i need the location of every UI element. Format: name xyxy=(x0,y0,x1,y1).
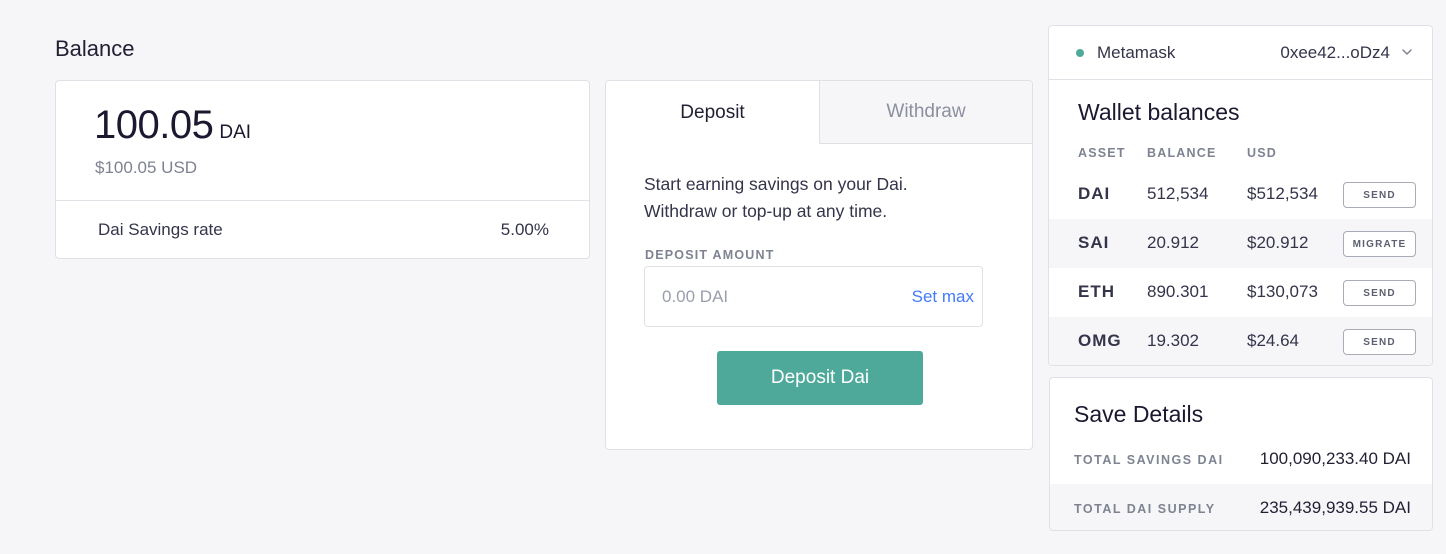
column-header-asset: ASSET xyxy=(1078,146,1126,160)
wallet-row-balance: 512,534 xyxy=(1147,184,1209,203)
balance-card: 100.05 DAI $100.05 USD Dai Savings rate … xyxy=(55,80,590,259)
save-details-row-total-savings: TOTAL SAVINGS DAI 100,090,233.40 DAI xyxy=(1050,435,1432,484)
column-header-usd: USD xyxy=(1247,146,1277,160)
save-details-label: TOTAL SAVINGS DAI xyxy=(1074,453,1224,467)
save-details-card: Save Details TOTAL SAVINGS DAI 100,090,2… xyxy=(1049,377,1433,531)
wallet-row-sai: SAI 20.912 $20.912 MIGRATE xyxy=(1049,219,1432,268)
wallet-row-balance: 19.302 xyxy=(1147,331,1199,350)
tab-withdraw[interactable]: Withdraw xyxy=(819,81,1032,144)
balance-usd-value: $100.05 USD xyxy=(95,158,198,177)
wallet-provider-name: Metamask xyxy=(1097,43,1176,62)
save-details-label: TOTAL DAI SUPPLY xyxy=(1074,502,1216,516)
deposit-withdraw-tabs: Deposit Withdraw xyxy=(606,81,1032,144)
wallet-row-eth: ETH 890.301 $130,073 SEND xyxy=(1049,268,1432,317)
wallet-row-asset: ETH xyxy=(1078,282,1115,301)
deposit-amount-field: Set max xyxy=(644,266,983,327)
deposit-dai-button[interactable]: Deposit Dai xyxy=(717,351,923,405)
wallet-row-asset: DAI xyxy=(1078,184,1111,203)
set-max-link[interactable]: Set max xyxy=(912,287,982,307)
balance-section-title: Balance xyxy=(55,36,135,61)
wallet-balances-title: Wallet balances xyxy=(1078,99,1240,125)
wallet-row-dai: DAI 512,534 $512,534 SEND xyxy=(1049,170,1432,219)
column-header-balance: BALANCE xyxy=(1147,146,1217,160)
wallet-row-asset: SAI xyxy=(1078,233,1110,252)
wallet-row-omg: OMG 19.302 $24.64 SEND xyxy=(1049,317,1432,365)
savings-rate-label: Dai Savings rate xyxy=(98,220,223,239)
wallet-row-asset: OMG xyxy=(1078,331,1122,350)
send-dai-button[interactable]: SEND xyxy=(1343,182,1416,208)
deposit-description-line-1: Start earning savings on your Dai. xyxy=(644,174,908,194)
save-details-value: 100,090,233.40 DAI xyxy=(1259,449,1411,468)
send-eth-button[interactable]: SEND xyxy=(1343,280,1416,306)
connection-status-dot xyxy=(1076,49,1084,57)
save-details-value: 235,439,939.55 DAI xyxy=(1259,498,1411,517)
wallet-card: Metamask 0xee42...oDz4 Wallet balances A… xyxy=(1048,25,1433,366)
save-details-row-total-supply: TOTAL DAI SUPPLY 235,439,939.55 DAI xyxy=(1050,484,1432,530)
wallet-account-selector[interactable]: Metamask 0xee42...oDz4 xyxy=(1049,26,1432,80)
savings-rate-value: 5.00% xyxy=(500,220,549,239)
deposit-amount-input[interactable] xyxy=(645,286,912,307)
wallet-row-usd: $20.912 xyxy=(1247,233,1309,252)
wallet-row-balance: 890.301 xyxy=(1147,282,1209,301)
deposit-card: Deposit Withdraw Start earning savings o… xyxy=(605,80,1033,450)
wallet-row-balance: 20.912 xyxy=(1147,233,1199,252)
balance-amount-value: 100.05 xyxy=(94,103,214,147)
deposit-amount-label: DEPOSIT AMOUNT xyxy=(645,248,775,262)
chevron-down-icon[interactable] xyxy=(1400,45,1414,59)
wallet-row-usd: $24.64 xyxy=(1247,331,1299,350)
deposit-description-line-2: Withdraw or top-up at any time. xyxy=(644,201,888,221)
migrate-sai-button[interactable]: MIGRATE xyxy=(1343,231,1416,257)
tab-deposit[interactable]: Deposit xyxy=(606,81,819,144)
wallet-row-usd: $512,534 xyxy=(1247,184,1318,203)
save-details-title: Save Details xyxy=(1074,401,1204,427)
wallet-address: 0xee42...oDz4 xyxy=(1280,43,1390,62)
wallet-row-usd: $130,073 xyxy=(1247,282,1318,301)
balance-divider xyxy=(56,200,589,201)
send-omg-button[interactable]: SEND xyxy=(1343,329,1416,355)
deposit-description: Start earning savings on your Dai. Withd… xyxy=(644,171,994,225)
balance-amount: 100.05 DAI xyxy=(94,103,251,148)
balance-amount-unit: DAI xyxy=(219,122,252,143)
